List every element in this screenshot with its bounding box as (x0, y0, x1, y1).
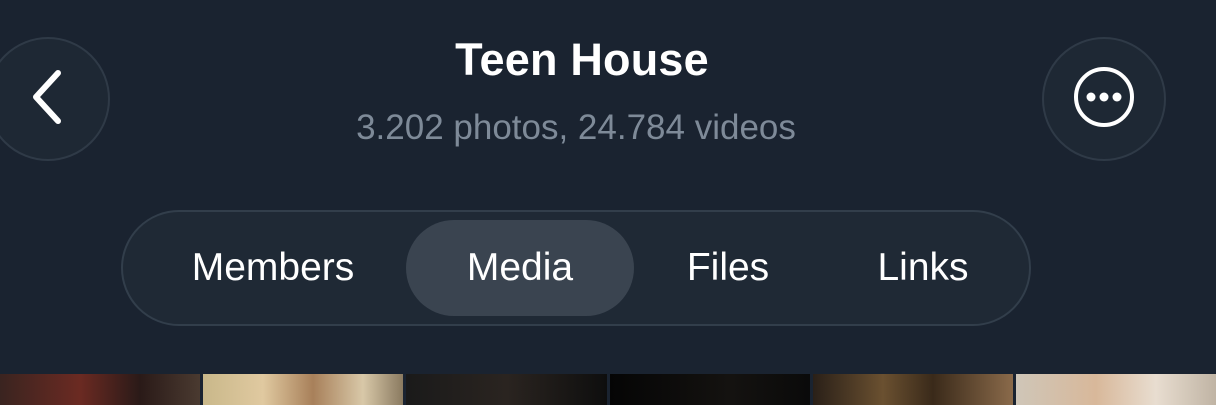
media-thumbnail[interactable] (406, 374, 607, 405)
ellipsis-circle-icon (1072, 65, 1136, 134)
media-thumbnail[interactable] (0, 374, 201, 405)
tab-label: Files (686, 246, 770, 289)
tab-label: Members (191, 246, 355, 289)
tab-links[interactable]: Links (823, 220, 1023, 316)
media-count-subtitle: 3.202 photos, 24.784 videos (356, 108, 796, 147)
page-title: Teen House (455, 34, 709, 85)
tab-label: Media (466, 246, 574, 289)
tab-media[interactable]: Media (406, 220, 634, 316)
more-options-button[interactable] (1042, 37, 1166, 161)
media-grid (0, 374, 1216, 405)
media-thumbnail[interactable] (203, 374, 404, 405)
tab-label: Links (877, 246, 969, 289)
tab-files[interactable]: Files (633, 220, 823, 316)
segmented-tab-bar: Members Media Files Links (121, 210, 1031, 326)
media-thumbnail[interactable] (1015, 374, 1216, 405)
media-thumbnail[interactable] (609, 374, 810, 405)
media-thumbnail[interactable] (812, 374, 1013, 405)
tab-members[interactable]: Members (143, 220, 403, 316)
